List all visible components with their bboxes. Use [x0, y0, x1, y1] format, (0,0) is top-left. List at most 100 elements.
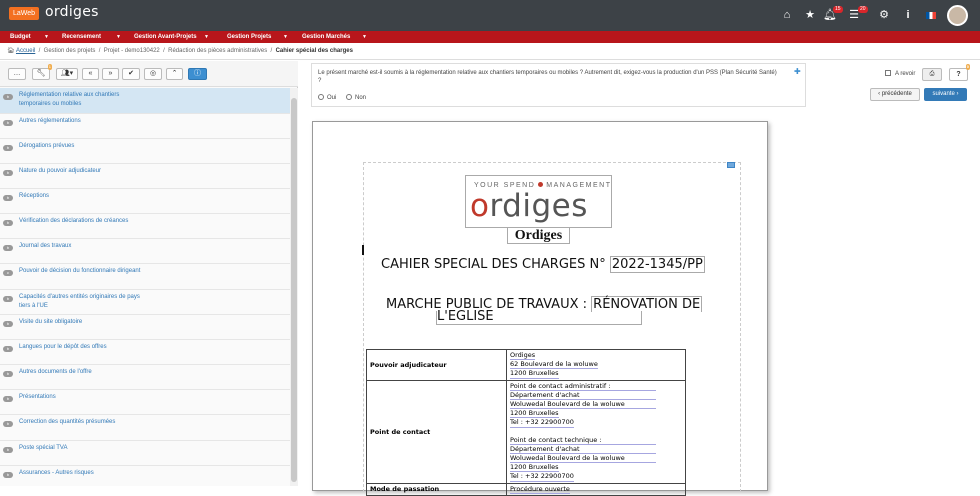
value-line: Tel : +32 22900700	[510, 418, 574, 428]
list-item[interactable]: b Vérification des déclarations de créanc…	[0, 214, 290, 239]
home-icon[interactable]: 🏠︎	[7, 48, 15, 54]
menu-budget[interactable]: Budget ▼	[10, 31, 49, 43]
caret-down-icon: ▼	[283, 34, 288, 40]
radio-circle[interactable]	[318, 94, 324, 100]
list-item[interactable]: b Réceptions	[0, 189, 290, 214]
section-badge: b	[3, 447, 13, 453]
radio-circle[interactable]	[346, 94, 352, 100]
wrench-button[interactable]: 🔧︎ 1	[32, 64, 52, 80]
radio-oui[interactable]: Oui	[318, 94, 336, 102]
section-label: Journal des travaux	[19, 243, 72, 249]
menu-gestion-avant-projets-label: Gestion Avant-Projets	[134, 34, 197, 40]
expand-icon[interactable]: ✚	[794, 67, 801, 76]
menu-gestion-projets-label: Gestion Projets	[227, 34, 272, 40]
checkbox-box[interactable]	[885, 70, 891, 76]
menu-gestion-projets[interactable]: Gestion Projets ▼	[227, 31, 288, 43]
menu-budget-label: Budget	[10, 34, 31, 40]
settings-icon[interactable]: ⚙	[877, 9, 891, 22]
star-icon[interactable]: ★	[803, 9, 817, 22]
collapse-up-button[interactable]: ⌃	[166, 68, 183, 80]
users-button[interactable]: 👥︎▾	[56, 68, 78, 80]
more-button[interactable]: …	[8, 68, 26, 80]
logo-text: rdiges	[489, 188, 588, 224]
caret-down-icon: ▼	[44, 34, 49, 40]
breadcrumb-separator: /	[38, 48, 41, 54]
check-button[interactable]: ✔	[122, 68, 140, 80]
section-badge: b	[3, 421, 13, 427]
language-flag-icon[interactable]	[924, 9, 938, 23]
list-item[interactable]: b Autres réglementations	[0, 114, 290, 139]
anchor-icon[interactable]	[727, 162, 735, 168]
previous-label: précédente	[881, 91, 912, 97]
info-icon[interactable]: i	[901, 9, 915, 22]
company-name: Ordiges	[507, 227, 570, 244]
list-item[interactable]: b Présentations	[0, 390, 290, 415]
section-badge: b	[3, 346, 13, 352]
list-item[interactable]: b Capacités d'autres entités originaires …	[0, 290, 290, 315]
value-line: Woluwedal Boulevard de la woluwe	[510, 400, 656, 410]
breadcrumb-item[interactable]: Projet - demo130422	[104, 48, 160, 54]
first-button[interactable]: «	[82, 68, 99, 80]
section-badge: b	[3, 321, 13, 327]
breadcrumb-item[interactable]: Rédaction des pièces administratives	[168, 48, 267, 54]
list-item[interactable]: b Correction des quantités présumées	[0, 415, 290, 441]
table-row: Pouvoir adjudicateur Ordiges 62 Boulevar…	[366, 349, 686, 381]
menu-gestion-avant-projets[interactable]: Gestion Avant-Projets ▼	[134, 31, 209, 43]
wrench-badge: 1	[47, 64, 52, 70]
marche-title-1: RÉNOVATION DE	[591, 296, 703, 312]
caret-down-icon: ▼	[362, 34, 367, 40]
radio-non[interactable]: Non	[346, 94, 366, 102]
section-badge: b	[3, 245, 13, 251]
list-item[interactable]: c Pouvoir de décision du fonctionnaire di…	[0, 264, 290, 290]
value-line: 1200 Bruxelles	[510, 409, 559, 419]
slogan-dot	[538, 182, 544, 187]
list-item[interactable]: b Autres documents de l'offre	[0, 365, 290, 390]
breadcrumb-separator: /	[270, 48, 273, 54]
a-revoir-checkbox[interactable]: A revoir	[885, 70, 915, 77]
section-label: Vérification des déclarations de créance…	[19, 218, 129, 224]
menu-recensement[interactable]: Recensement ▼	[62, 31, 121, 43]
breadcrumb-item[interactable]: Gestion des projets	[44, 48, 96, 54]
list-item[interactable]: b Nature du pouvoir adjudicateur	[0, 164, 290, 189]
value-line: Ordiges	[510, 351, 536, 361]
sections-scrollbar[interactable]	[290, 88, 298, 486]
info-table: Pouvoir adjudicateur Ordiges 62 Boulevar…	[366, 349, 686, 496]
breadcrumb-current: Cahier spécial des charges	[275, 48, 353, 54]
menu-gestion-marches[interactable]: Gestion Marchés ▼	[302, 31, 367, 43]
caret-down-icon: ▼	[204, 34, 209, 40]
print-button[interactable]: ⎙	[922, 68, 942, 81]
section-label: Langues pour le dépôt des offres	[19, 344, 107, 350]
logo-wordmark: ordiges	[470, 188, 588, 224]
section-label: Présentations	[19, 394, 56, 400]
cahier-label: CAHIER SPECIAL DES CHARGES N°	[381, 257, 606, 272]
list-item[interactable]: b Journal des travaux	[0, 239, 290, 264]
user-avatar[interactable]	[947, 5, 968, 26]
document-scrollbar[interactable]	[973, 110, 980, 486]
next-button[interactable]: suivante ›	[924, 88, 967, 101]
eye-slash-button[interactable]: ◎	[144, 68, 162, 80]
previous-button[interactable]: ‹ précédente	[870, 88, 920, 101]
home-icon[interactable]: ⌂	[780, 9, 794, 22]
list-item[interactable]: b Réglementation relative aux chantiers t…	[0, 88, 290, 114]
radio-non-label: Non	[355, 95, 367, 101]
lawebl-logo[interactable]: LaWeb	[9, 7, 39, 20]
value-line: Département d'achat	[510, 445, 656, 455]
value-line	[510, 428, 682, 436]
last-button[interactable]: »	[102, 68, 119, 80]
section-badge: b	[3, 220, 13, 226]
next-label: suivante	[932, 91, 955, 97]
value-line: 62 Boulevard de la woluwe	[510, 360, 598, 370]
list-item[interactable]: b Dérogations prévues	[0, 139, 290, 164]
help-button[interactable]: ? 0	[949, 64, 970, 81]
list-item[interactable]: b Langues pour le dépôt des offres	[0, 340, 290, 365]
list-item[interactable]: b Assurances - Autres risques	[0, 466, 290, 486]
section-label: Autres documents de l'offre	[19, 369, 92, 375]
list-item[interactable]: b Visite du site obligatoire	[0, 315, 290, 340]
app-name: ordiges	[45, 4, 99, 20]
info-button[interactable]: ⓘ	[188, 68, 207, 80]
breadcrumb-home[interactable]: Accueil	[16, 48, 35, 54]
scrollbar-thumb[interactable]	[291, 98, 297, 482]
row-value: Ordiges 62 Boulevard de la woluwe 1200 B…	[506, 349, 686, 381]
list-item[interactable]: b Poste spécial TVA	[0, 441, 290, 466]
table-row: Mode de passation Procédure ouverte	[366, 482, 686, 496]
